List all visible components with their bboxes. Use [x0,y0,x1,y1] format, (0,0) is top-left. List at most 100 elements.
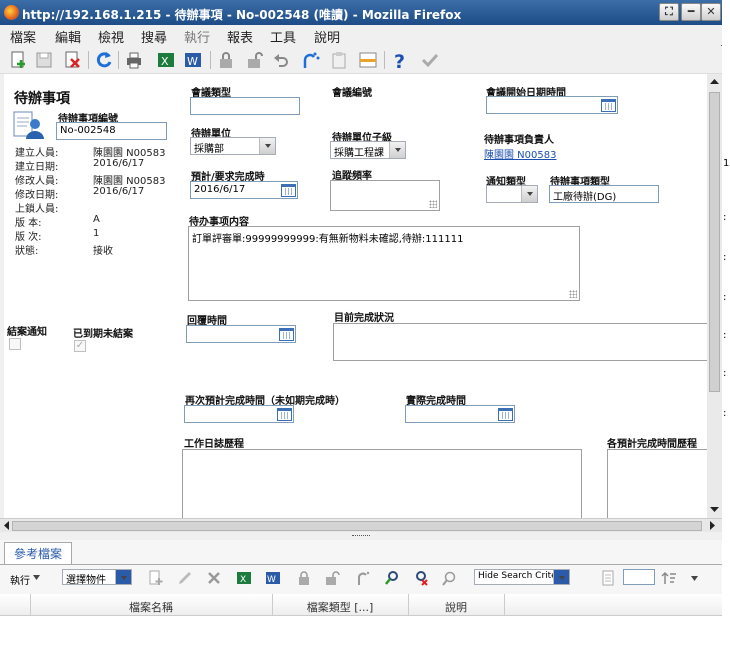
menu-search[interactable]: 搜尋 [141,27,167,46]
word-icon[interactable]: W [183,50,203,70]
title-bar: http://192.168.1.215 - 待辦事項 - No-002548 … [0,0,722,25]
column-file-type[interactable]: 檔案類型 [...] [272,599,408,615]
todo-unit-select[interactable]: 採購部 [190,137,276,155]
calendar-icon[interactable] [601,99,616,112]
notify-type-select[interactable] [486,185,538,203]
menu-execute[interactable]: 執行 [184,27,210,46]
execute-menu[interactable]: 執行 [10,572,30,587]
horizontal-scrollbar[interactable] [0,518,722,532]
status-label: 目前完成狀況 [334,313,394,324]
menu-report[interactable]: 報表 [227,27,253,46]
scroll-up-icon[interactable] [710,77,719,86]
chevron-down-icon[interactable] [115,570,131,584]
filter-icon[interactable] [441,570,457,586]
menu-edit[interactable]: 編輯 [55,27,81,46]
splitter-grip[interactable] [352,535,370,537]
edge-text: : [723,212,727,223]
redirect-icon[interactable] [300,50,320,70]
status-field[interactable] [333,323,707,361]
number-field[interactable]: No-002548 [56,122,167,140]
lock-icon[interactable] [216,50,236,70]
confirm-icon[interactable] [420,50,440,70]
calendar-icon[interactable] [279,328,294,341]
menu-tools[interactable]: 工具 [270,27,296,46]
menu-view[interactable]: 檢視 [98,27,124,46]
excel-icon[interactable]: X [156,50,176,70]
todo-subunit-select[interactable]: 採購工程課 [330,141,406,159]
todo-type-field[interactable]: 工廠待辦(DG) [549,185,659,203]
sort-icon[interactable] [661,570,677,586]
meeting-start-field[interactable] [486,96,618,114]
actual-field[interactable] [405,405,515,423]
redirect-icon[interactable] [355,570,371,586]
close-button[interactable]: ✕ [701,3,721,21]
panel-splitter[interactable] [0,532,722,540]
scrollbar-thumb[interactable] [709,92,720,392]
undo-icon[interactable] [271,50,291,70]
chevron-down-icon[interactable] [389,142,405,158]
page-number-field[interactable] [623,569,655,585]
save-icon[interactable] [34,50,54,70]
refresh-icon[interactable] [94,50,114,70]
search-mode-select[interactable]: Hide Search Criteria [474,569,570,585]
owner-link[interactable]: 陳園園 N00583 [484,146,556,161]
chevron-down-icon[interactable] [33,575,40,580]
new-file-icon[interactable] [148,570,164,586]
delete-icon[interactable] [62,50,82,70]
word-icon[interactable]: W [265,570,281,586]
modified-date-label: 修改日期: [15,190,59,201]
tracking-field[interactable] [330,180,440,211]
layout-icon[interactable] [358,50,378,70]
reply-time-field[interactable] [186,325,296,343]
scroll-down-icon[interactable] [710,505,719,514]
lock-icon[interactable] [296,570,312,586]
menu-help[interactable]: 說明 [314,27,340,46]
page-icon[interactable] [600,570,616,586]
edit-file-icon[interactable] [177,570,193,586]
clear-search-icon[interactable] [413,570,429,586]
maximize-button[interactable]: ⛶ [659,3,679,21]
svg-text:X: X [161,55,169,68]
due-date-field[interactable]: 2016/6/17 [190,181,298,199]
chevron-down-icon[interactable] [521,186,537,202]
edge-text: : [723,368,727,379]
calendar-icon[interactable] [277,408,292,421]
calendar-icon[interactable] [498,408,513,421]
paste-icon[interactable] [329,50,349,70]
column-file-name[interactable]: 檔案名稱 [30,599,272,615]
unlock-icon[interactable] [324,570,340,586]
svg-text:W: W [267,575,276,585]
close-notify-checkbox[interactable] [9,338,21,350]
minimize-button[interactable]: ━ [681,3,701,21]
resize-grip-icon[interactable] [569,290,577,298]
new-icon[interactable] [8,50,28,70]
delete-file-icon[interactable] [206,570,222,586]
worklog-field[interactable] [182,449,582,518]
calendar-icon[interactable] [281,184,296,197]
vertical-scrollbar[interactable] [707,74,722,518]
tab-reference-files[interactable]: 參考檔案 [4,542,72,564]
column-description[interactable]: 說明 [408,599,504,615]
scroll-right-icon[interactable] [708,521,717,530]
browser-window: http://192.168.1.215 - 待辦事項 - No-002548 … [0,0,722,654]
history-field[interactable] [607,449,707,518]
modifier-value: 陳園園 N00583 [93,176,166,187]
overdue-checkbox[interactable]: ✓ [74,340,86,352]
chevron-down-icon[interactable] [553,570,569,584]
excel-icon[interactable]: X [236,570,252,586]
re-estimate-field[interactable] [184,405,294,423]
content-field[interactable]: 訂單評審單:99999999999:有無新物料未確認,待辦:111111 [188,226,580,301]
meeting-type-field[interactable] [190,97,300,115]
resize-grip-icon[interactable] [429,200,437,208]
help-icon[interactable]: ? [390,50,410,70]
scroll-left-icon[interactable] [2,521,11,530]
locker-label: 上鎖人員: [15,204,59,215]
chevron-down-icon[interactable] [691,576,698,581]
chevron-down-icon[interactable] [259,138,275,154]
unlock-icon[interactable] [244,50,264,70]
scrollbar-thumb[interactable] [12,521,702,531]
search-icon[interactable] [384,570,400,586]
print-icon[interactable] [124,50,144,70]
menu-file[interactable]: 檔案 [10,27,36,46]
object-select[interactable]: 選擇物件 [62,569,132,586]
